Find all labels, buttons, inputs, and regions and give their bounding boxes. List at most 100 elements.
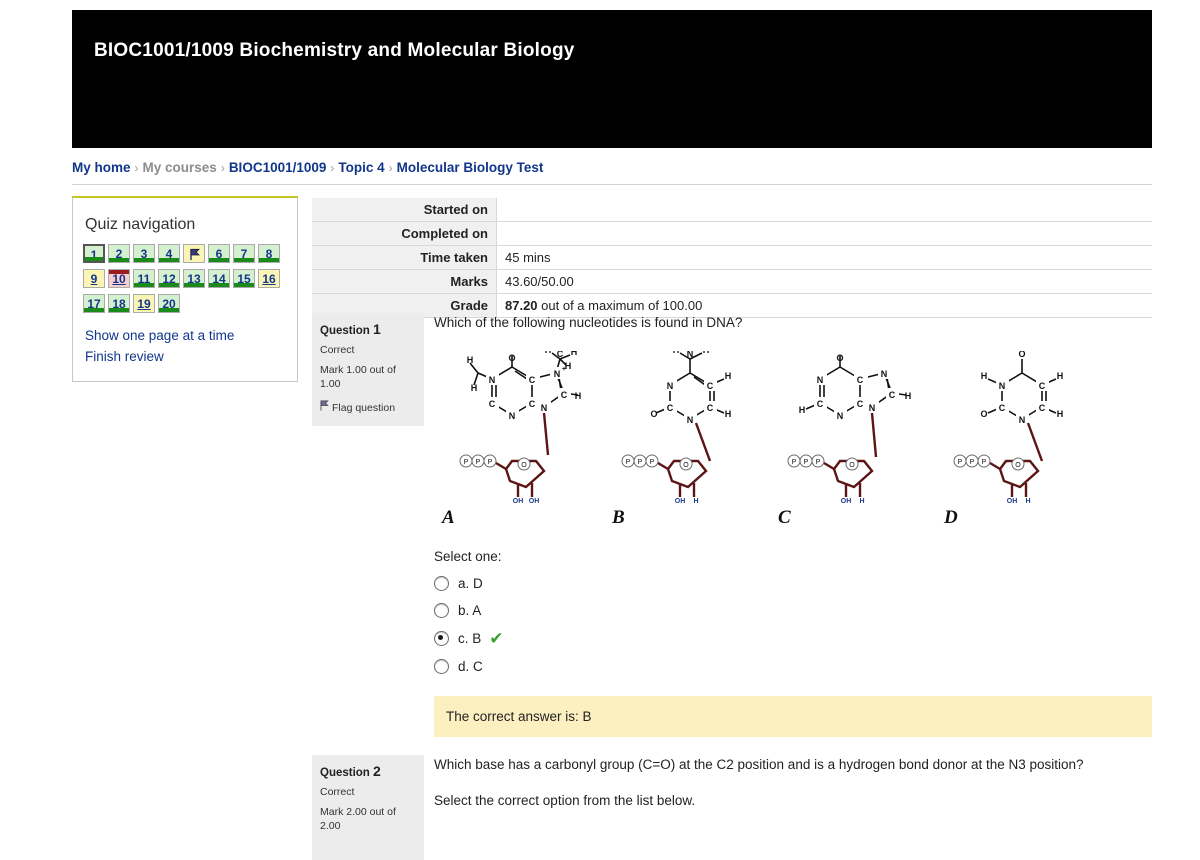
quiz-nav-status-bar (159, 308, 179, 312)
quiz-nav-button-20[interactable]: 20 (158, 294, 180, 313)
quiz-nav-button-6[interactable]: 6 (208, 244, 230, 263)
question-number: Question 2 (320, 763, 416, 779)
breadcrumb-separator: › (388, 161, 393, 175)
question-info-panel: Question 2 Correct Mark 2.00 out of 2.00 (312, 755, 424, 860)
question-mark: Mark 1.00 out of 1.00 (320, 364, 396, 391)
breadcrumb-item-0[interactable]: My home (72, 160, 131, 175)
quiz-nav-button-2[interactable]: 2 (108, 244, 130, 263)
summary-row: Time taken 45 mins (312, 245, 1152, 270)
svg-text:N: N (687, 415, 694, 425)
quiz-navigation-title: Quiz navigation (85, 216, 196, 233)
answer-option-d[interactable]: d. C (434, 658, 1152, 674)
svg-text:N: N (869, 403, 876, 413)
quiz-nav-button-1[interactable]: 1 (83, 244, 105, 263)
answer-option-a[interactable]: a. D (434, 575, 1152, 591)
breadcrumb-item-2[interactable]: BIOC1001/1009 (229, 160, 327, 175)
quiz-nav-button-14[interactable]: 14 (208, 269, 230, 288)
svg-text:N: N (817, 375, 824, 385)
svg-text:P: P (970, 459, 975, 466)
svg-text:C: C (857, 399, 864, 409)
question-text: Which base has a carbonyl group (C=O) at… (434, 757, 1084, 772)
svg-text:O: O (836, 353, 843, 363)
breadcrumb-separator: › (220, 161, 225, 175)
svg-text:N: N (999, 381, 1006, 391)
summary-row-label: Time taken (312, 245, 497, 270)
quiz-nav-button-16[interactable]: 16 (258, 269, 280, 288)
question-mark: Mark 2.00 out of 2.00 (320, 806, 396, 833)
svg-text:P: P (476, 459, 481, 466)
quiz-nav-button-19[interactable]: 19 (133, 294, 155, 313)
radio-button[interactable] (434, 630, 449, 646)
svg-text:C: C (707, 381, 714, 391)
molecule-label: B (612, 506, 625, 528)
svg-text:OH: OH (1007, 498, 1018, 505)
svg-text:N: N (667, 381, 674, 391)
quiz-nav-button-7[interactable]: 7 (233, 244, 255, 263)
svg-text:O: O (683, 462, 689, 469)
svg-text:P: P (958, 459, 963, 466)
svg-text:N: N (837, 411, 844, 421)
svg-text:H: H (693, 498, 698, 505)
quiz-nav-status-bar (234, 258, 254, 262)
quiz-nav-status-bar (134, 283, 154, 287)
question-body: Which of the following nucleotides is fo… (434, 313, 1152, 737)
quiz-nav-link-1[interactable]: Finish review (85, 346, 297, 367)
svg-text:P: P (626, 459, 631, 466)
quiz-nav-button-15[interactable]: 15 (233, 269, 255, 288)
summary-row-label: Marks (312, 269, 497, 294)
breadcrumb-item-3[interactable]: Topic 4 (338, 160, 384, 175)
quiz-nav-status-bar (209, 283, 229, 287)
svg-text:OH: OH (675, 498, 686, 505)
svg-text:C: C (707, 403, 714, 413)
svg-text:H: H (565, 361, 572, 371)
quiz-nav-button-10[interactable]: 10 (108, 269, 130, 288)
quiz-nav-button-4[interactable]: 4 (158, 244, 180, 263)
breadcrumb-item-4[interactable]: Molecular Biology Test (397, 160, 544, 175)
svg-text:H: H (471, 383, 478, 393)
breadcrumb-separator: › (330, 161, 335, 175)
svg-text:H: H (575, 391, 582, 401)
question-number: Question 1 (320, 321, 416, 337)
quiz-nav-button-18[interactable]: 18 (108, 294, 130, 313)
summary-row-value: 43.60/50.00 (496, 269, 1152, 294)
molecule-C: N N C C N N C C O H H P P P O OH H C (776, 351, 936, 531)
svg-text:H: H (571, 351, 578, 357)
svg-text:H: H (1057, 371, 1064, 381)
quiz-nav-button-11[interactable]: 11 (133, 269, 155, 288)
molecule-figure-row: N N C C N + N C C O H H H C H H P P P O … (434, 351, 1152, 531)
svg-text:C: C (1039, 403, 1046, 413)
quiz-nav-button-5[interactable] (183, 244, 205, 263)
radio-button[interactable] (434, 575, 449, 591)
quiz-nav-button-3[interactable]: 3 (133, 244, 155, 263)
svg-text:P: P (488, 459, 493, 466)
quiz-nav-button-label: 16 (262, 272, 276, 286)
quiz-nav-button-8[interactable]: 8 (258, 244, 280, 263)
svg-text:N: N (687, 351, 694, 359)
answer-option-c[interactable]: c. B ✔ (434, 630, 1152, 647)
svg-text:P: P (792, 459, 797, 466)
quiz-nav-button-13[interactable]: 13 (183, 269, 205, 288)
quiz-nav-button-label: 10 (112, 272, 126, 286)
radio-button[interactable] (434, 602, 449, 618)
quiz-nav-button-17[interactable]: 17 (83, 294, 105, 313)
quiz-nav-link-0[interactable]: Show one page at a time (85, 325, 297, 346)
radio-button[interactable] (434, 658, 449, 674)
flag-question-button[interactable]: Flag question (320, 400, 416, 414)
svg-text:N: N (554, 369, 561, 379)
correct-check-icon: ✔ (489, 628, 504, 648)
answer-option-b[interactable]: b. A (434, 602, 1152, 618)
svg-text:N: N (1019, 415, 1026, 425)
quiz-nav-status-bar (159, 283, 179, 287)
quiz-nav-status-bar (109, 308, 129, 312)
molecule-A: N N C C N + N C C O H H H C H H P P P O … (440, 351, 600, 531)
svg-text:OH: OH (529, 498, 540, 505)
quiz-nav-status-bar (209, 258, 229, 262)
quiz-nav-button-9[interactable]: 9 (83, 269, 105, 288)
summary-row-value (496, 221, 1152, 246)
molecule-label: D (944, 506, 958, 528)
summary-row-value (496, 198, 1152, 222)
molecule-D: N N C C C O H O H H P P P O OH H D (942, 351, 1102, 531)
svg-text:H: H (799, 405, 806, 415)
flag-icon (184, 245, 204, 262)
quiz-nav-button-12[interactable]: 12 (158, 269, 180, 288)
